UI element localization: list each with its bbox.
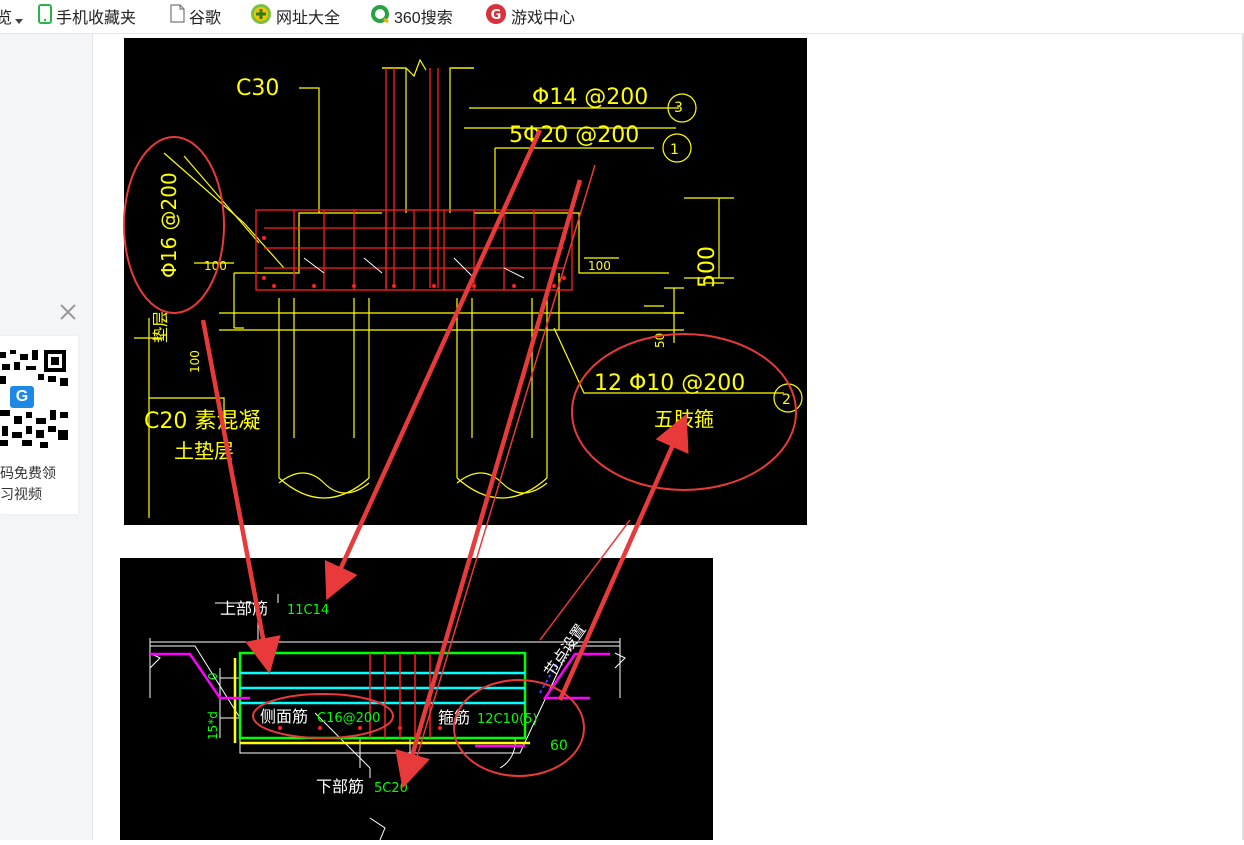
stirrup-note-label: 五肢箍: [654, 407, 714, 431]
dim-50: 50: [653, 333, 667, 348]
dim-100-bottom: 100: [188, 350, 202, 373]
bottom-rebar-label: 5Φ20 @200: [509, 123, 639, 148]
bookmark-mobile-favorites[interactable]: 手机收藏夹: [38, 3, 137, 29]
bookmark-url-directory[interactable]: 网址大全: [250, 3, 341, 30]
cushion-label: C20 素混凝: [144, 409, 260, 434]
qr-code-image: [0, 346, 70, 450]
side-rebar-label: Φ16 @200: [157, 172, 181, 278]
ad-text-line2: 习视频: [0, 486, 42, 502]
dim-zero: 0: [206, 672, 220, 680]
bookmark-360-search[interactable]: 360搜索: [370, 4, 453, 29]
plus-circle-icon: [250, 3, 272, 30]
game-center-icon: G: [485, 3, 507, 30]
angle-label: 60: [550, 738, 568, 754]
top-rebar-value: 11C14: [287, 603, 329, 618]
beam-rebar-settings-drawing: 上部筋 11C14 侧面筋 C16@200 箍筋 12C10(5) 下部筋 5C…: [120, 558, 713, 841]
bookmark-label: 360搜索: [394, 10, 453, 27]
bottom-rebar-label: 下部筋: [316, 777, 364, 796]
concrete-grade-label: C30: [236, 76, 279, 101]
top-rebar-label: Φ14 @200: [532, 85, 648, 110]
svg-text:G: G: [491, 8, 502, 23]
bookmark-label: 网址大全: [276, 10, 341, 27]
bottom-rebar-value: 5C20: [374, 781, 408, 796]
qr-ad-card[interactable]: G 码免费领 习视频: [0, 336, 78, 514]
side-cushion-label: 垫层: [151, 311, 170, 343]
phone-icon: [38, 3, 52, 29]
bookmark-game-center[interactable]: G 游戏中心: [485, 3, 576, 30]
sidebar-divider: [92, 34, 93, 840]
ad-text-line1: 码免费领: [0, 465, 56, 481]
node-settings-label: 节点设置: [541, 621, 590, 680]
search-360-icon: [370, 4, 390, 29]
marker-3: 3: [674, 100, 683, 116]
dim-500: 500: [695, 246, 720, 288]
chevron-down-icon[interactable]: [15, 11, 23, 33]
dim-100-left: 100: [204, 259, 227, 273]
close-icon[interactable]: [57, 301, 79, 323]
marker-1: 1: [670, 142, 679, 158]
stirrup-label: 12 Φ10 @200: [594, 371, 745, 396]
page-icon: [170, 4, 185, 28]
dim-100-right: 100: [588, 259, 611, 273]
bookmark-partial-label: 览: [0, 10, 13, 27]
bookmark-partial[interactable]: 览: [0, 5, 12, 27]
bookmark-google[interactable]: 谷歌: [170, 4, 222, 28]
dim-left: 15*d: [206, 711, 220, 740]
bookmarks-bar: 览 手机收藏夹 谷歌 网址大全 360搜索 G 游戏中心: [0, 0, 1244, 34]
bookmark-label: 手机收藏夹: [56, 10, 137, 27]
side-rebar-value: C16@200: [317, 711, 380, 726]
marker-2: 2: [782, 392, 791, 408]
cushion-label2: 土垫层: [174, 439, 234, 463]
bookmark-label: 谷歌: [189, 10, 222, 27]
bookmark-label: 游戏中心: [511, 10, 576, 27]
qr-badge-label: G: [15, 388, 29, 405]
top-rebar-label: 上部筋: [220, 599, 268, 618]
stirrup-label: 箍筋: [438, 708, 470, 727]
foundation-section-drawing: C30 Φ14 @200 5Φ20 @200 12 Φ10 @200 五肢箍 C…: [124, 38, 807, 525]
side-rebar-label: 侧面筋: [260, 707, 308, 726]
stirrup-value: 12C10(5): [477, 712, 538, 727]
